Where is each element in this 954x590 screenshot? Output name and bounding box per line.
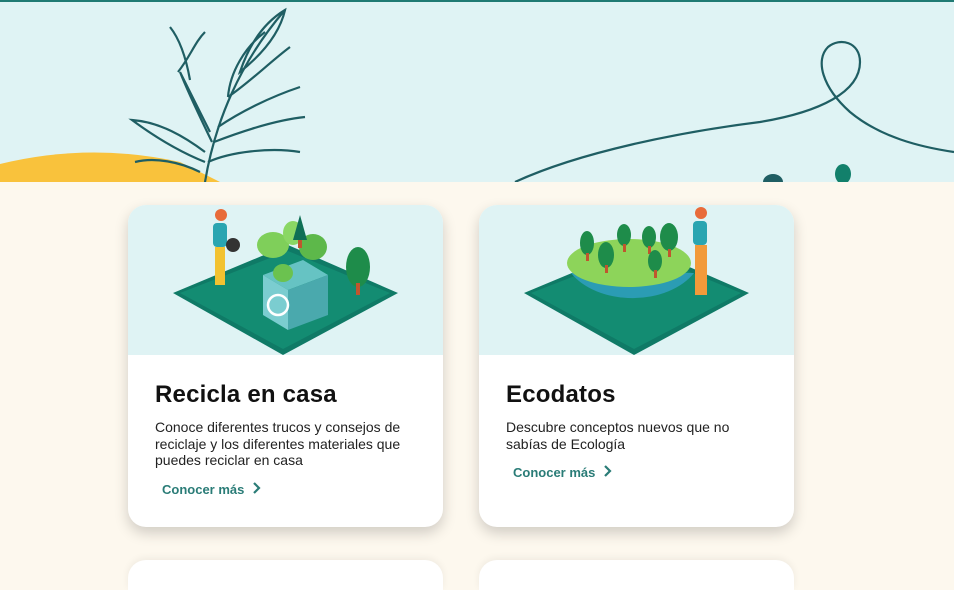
card-description: Conoce diferentes trucos y consejos de r…: [155, 419, 401, 468]
card-peek-left: [128, 560, 443, 590]
card-illustration-recycle: [128, 205, 443, 355]
card-ecodatos: Ecodatos Descubre conceptos nuevos que n…: [479, 205, 794, 527]
conocer-mas-link[interactable]: Conocer más: [162, 481, 261, 498]
card-recicla: Recicla en casa Conoce diferentes trucos…: [128, 205, 443, 527]
link-label: Conocer más: [513, 465, 596, 480]
leaf-line-illustration: [128, 7, 306, 182]
chevron-right-icon: [252, 481, 261, 498]
chevron-right-icon: [603, 464, 612, 481]
link-label: Conocer más: [162, 481, 245, 497]
hero-banner: [0, 2, 954, 182]
card-title: Ecodatos: [506, 381, 616, 408]
card-illustration-earth: [479, 205, 794, 355]
card-peek-right: [479, 560, 794, 590]
hero-decoration: [0, 7, 954, 182]
card-description: Descubre conceptos nuevos que no sabías …: [506, 419, 730, 452]
conocer-mas-link[interactable]: Conocer más: [513, 464, 612, 481]
card-title: Recicla en casa: [155, 381, 337, 408]
